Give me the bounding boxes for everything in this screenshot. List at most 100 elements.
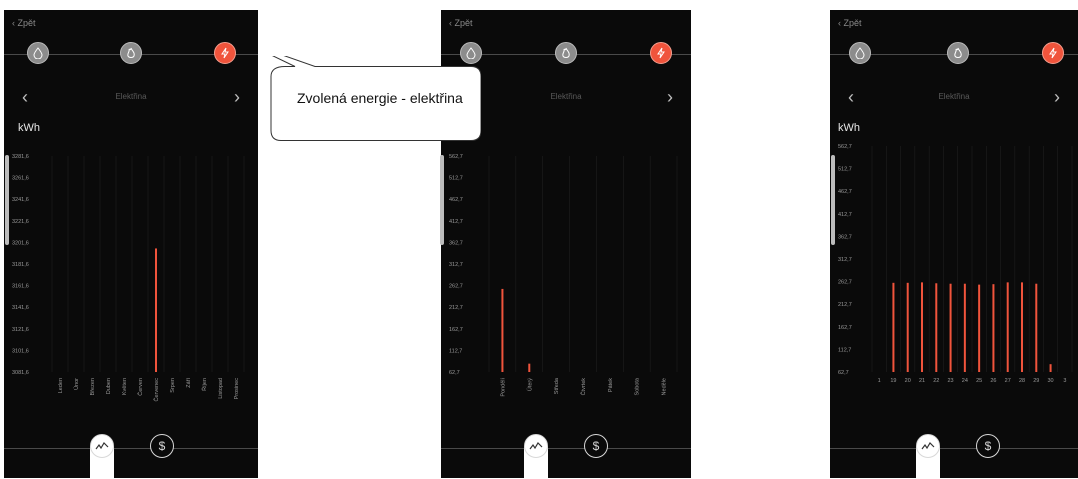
side-handle[interactable] [831,155,835,245]
x-tick-label: Středa [554,377,560,394]
x-tick-label: Červenec [153,378,160,402]
x-tick-label: Červen [137,378,144,396]
chart-line-icon [529,442,543,450]
x-tick-label: Duben [106,378,112,394]
y-tick-label: 412,7 [838,212,852,218]
y-tick-label: 262,7 [449,284,463,290]
y-tick-label: 362,7 [449,240,463,246]
bar[interactable] [501,288,504,372]
bar[interactable] [528,363,531,372]
bar[interactable] [1006,282,1009,372]
x-tick-label: 22 [933,378,939,384]
phone-screen-year: ‹ Zpět ‹ Elektřina › kWh 3281,6 3261,6 324… [4,10,258,478]
dollar-icon: $ [592,439,600,453]
bar[interactable] [921,282,923,372]
y-tick-label: 112,7 [449,348,462,354]
bar[interactable] [155,248,157,372]
tab-divider [4,448,258,449]
y-tick-label: 3221,6 [12,219,29,225]
x-tick-label: Pátek [608,378,614,392]
y-tick-label: 562,7 [449,154,463,160]
x-tick-label: Listopad [218,378,224,399]
chart-line-icon [921,442,935,450]
x-tick-label: Květen [122,378,128,395]
bar[interactable] [935,283,938,372]
x-tick-label: 20 [905,378,911,384]
x-tick-label: Únor [73,378,80,390]
cost-tab-button[interactable]: $ [584,434,608,458]
y-tick-label: 3241,6 [12,197,29,203]
callout-text: Zvolená energie - elektřina [297,90,463,106]
y-tick-label: 3081,6 [12,370,29,376]
x-tick-label: 3 [1063,378,1066,384]
chart-month: 562,7512,7462,7412,7362,7312,7262,7212,7… [838,144,1073,384]
cost-tab-button[interactable]: $ [976,434,1000,458]
dollar-icon: $ [158,439,166,453]
x-tick-label: Březen [90,378,96,395]
bar[interactable] [906,282,909,372]
y-tick-label: 3261,6 [12,176,29,182]
y-tick-label: 412,7 [449,219,463,225]
x-tick-label: 1 [878,378,881,384]
y-tick-label: 312,7 [449,262,463,268]
y-tick-label: 462,7 [449,197,463,203]
y-tick-label: 3201,6 [12,240,29,246]
x-tick-label: Neděle [662,378,668,395]
bar[interactable] [1021,282,1023,372]
bar[interactable] [992,284,995,372]
x-tick-label: Leden [58,378,64,393]
y-tick-label: 162,7 [838,325,852,331]
bar[interactable] [963,283,966,372]
y-tick-label: 512,7 [449,176,463,182]
x-tick-label: Úterý [526,378,533,391]
x-tick-label: Prosinec [234,378,240,400]
y-tick-label: 62,7 [449,370,460,376]
chart-tab-button[interactable] [916,434,940,458]
y-tick-label: 3101,6 [12,348,29,354]
y-tick-label: 3161,6 [12,284,29,290]
chart-tab-button[interactable] [90,434,114,458]
x-tick-label: 27 [1005,378,1011,384]
x-tick-label: Říjen [200,378,208,391]
x-tick-label: 26 [990,378,996,384]
x-tick-label: 29 [1033,378,1039,384]
y-tick-label: 512,7 [838,167,852,173]
y-tick-label: 3181,6 [12,262,29,268]
x-tick-label: Září [186,378,192,388]
y-tick-label: 162,7 [449,327,463,333]
bar[interactable] [892,282,895,372]
side-handle[interactable] [5,155,9,245]
x-tick-label: 30 [1048,378,1054,384]
x-tick-label: 25 [976,378,982,384]
chart-year: 3281,6 3261,6 3241,6 3221,6 3201,6 3181,6 3161… [12,154,245,402]
y-tick-label: 3141,6 [12,305,29,311]
tab-divider [830,448,1078,449]
y-tick-label: 462,7 [838,189,852,195]
y-tick-label: 62,7 [838,370,849,376]
y-tick-label: 3281,6 [12,154,29,160]
x-tick-label: Pondělí [500,378,506,397]
x-tick-label: 21 [919,378,925,384]
y-tick-label: 262,7 [838,280,852,286]
x-tick-label: 24 [962,378,968,384]
side-handle[interactable] [440,155,444,245]
tab-divider [441,448,691,449]
bar[interactable] [949,283,952,372]
x-tick-label: Čtvrtek [580,378,587,396]
x-tick-label: 28 [1019,378,1025,384]
x-tick-label: 23 [948,378,954,384]
y-tick-label: 212,7 [449,305,463,311]
x-tick-label: Srpen [170,378,176,393]
y-tick-label: 3121,6 [12,327,29,333]
bar[interactable] [1049,364,1052,372]
phone-screen-month: ‹ Zpět ‹ Elektřina › kWh 562,7 512,7 462,7… [830,10,1078,478]
chart-tab-button[interactable] [524,434,548,458]
cost-tab-button[interactable]: $ [150,434,174,458]
y-tick-label: 312,7 [838,257,852,263]
bar[interactable] [1035,283,1038,372]
y-tick-label: 212,7 [838,302,852,308]
y-tick-label: 112,7 [838,347,851,353]
bar[interactable] [978,284,981,372]
x-tick-label: 19 [890,378,896,384]
x-tick-label: Sobota [635,377,641,395]
